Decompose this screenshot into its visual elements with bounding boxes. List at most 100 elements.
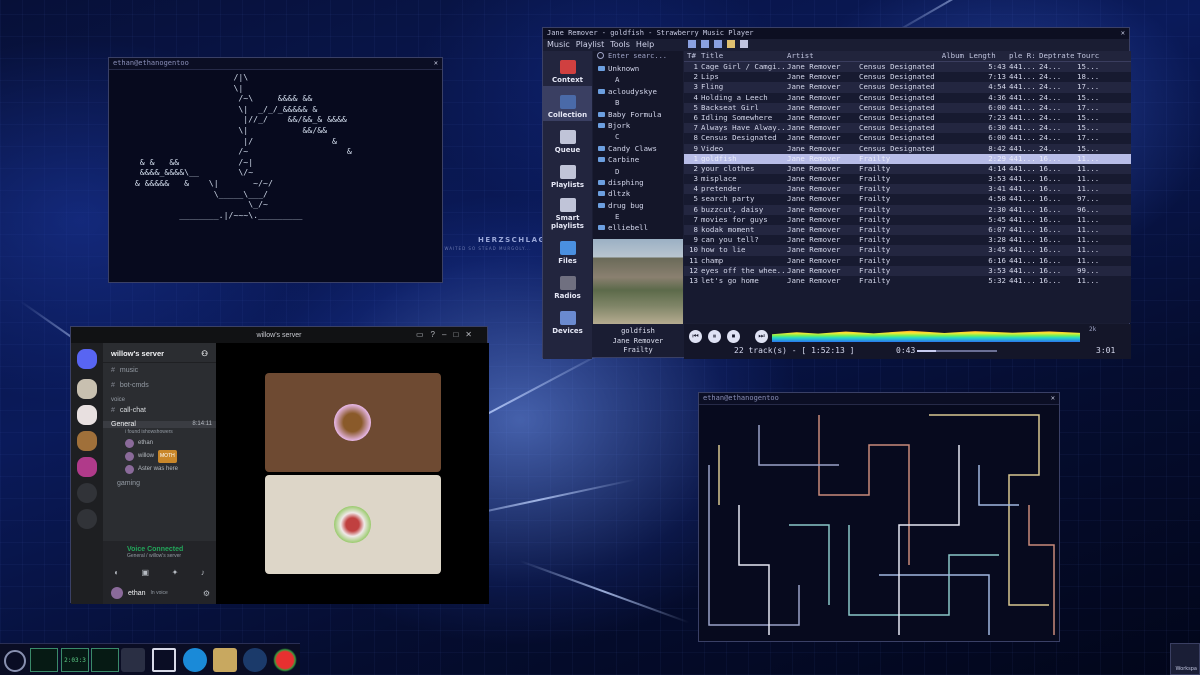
participant-tile[interactable] bbox=[265, 475, 441, 574]
track-row[interactable]: 3 Fling Jane Remover Census Designated 4:54 4… bbox=[684, 82, 1131, 93]
explore-icon[interactable] bbox=[77, 509, 97, 529]
collection-artist[interactable]: elliebell bbox=[593, 222, 683, 233]
column-header[interactable]: ple R: bbox=[1006, 51, 1036, 61]
track-row[interactable]: 9 Video Jane Remover Census Designated 8:42 4… bbox=[684, 143, 1131, 154]
track-row[interactable]: 2 your clothes Jane Remover Frailty 4:14 441.… bbox=[684, 163, 1131, 175]
server-icon[interactable] bbox=[77, 431, 97, 451]
soundboard-icon[interactable]: ♪ bbox=[201, 568, 205, 577]
track-row[interactable]: 6 Idling Somewhere Jane Remover Census Desi… bbox=[684, 113, 1131, 123]
avatar[interactable] bbox=[111, 587, 123, 599]
stop-icon[interactable]: ⏹ bbox=[727, 330, 740, 343]
column-header[interactable]: Deptrate bbox=[1036, 51, 1074, 61]
seek-slider[interactable] bbox=[917, 350, 997, 352]
collection-artist[interactable]: Unknown bbox=[593, 63, 683, 74]
channel-call-chat[interactable]: call-chat bbox=[103, 403, 216, 418]
browser-icon[interactable] bbox=[183, 648, 207, 672]
sidebar-playlists[interactable]: Playlists bbox=[543, 156, 592, 191]
track-row[interactable]: 13 let's go home Jane Remover Frailty 5:32 44… bbox=[684, 276, 1131, 286]
noise-icon[interactable]: ◐ bbox=[114, 568, 119, 577]
next-icon[interactable]: ⏭ bbox=[755, 330, 768, 343]
menu-tools[interactable]: Tools bbox=[610, 40, 630, 50]
undo-icon[interactable] bbox=[727, 40, 735, 48]
close-icon[interactable]: ✕ bbox=[1121, 29, 1125, 38]
track-row[interactable]: 5 Backseat Girl Jane Remover Census Designa… bbox=[684, 102, 1131, 113]
voice-member[interactable]: Aster was here bbox=[103, 463, 216, 476]
column-header[interactable]: Tourc bbox=[1074, 51, 1104, 61]
activity-icon[interactable]: ✦ bbox=[172, 568, 179, 577]
track-row[interactable]: 9 can you tell? Jane Remover Frailty 3:28 441… bbox=[684, 235, 1131, 245]
add-server-icon[interactable] bbox=[77, 483, 97, 503]
server-header[interactable]: willow's server ⚇ bbox=[103, 343, 216, 363]
load-playlist-icon[interactable] bbox=[701, 40, 709, 48]
clear-icon[interactable] bbox=[740, 40, 748, 48]
sidebar-devices[interactable]: Devices bbox=[543, 302, 592, 337]
menu-playlist[interactable]: Playlist bbox=[576, 40, 604, 50]
column-header[interactable]: Artist bbox=[784, 51, 856, 61]
menu-help[interactable]: Help bbox=[636, 40, 654, 50]
terminal-titlebar[interactable]: ethan@ethanogentoo ✕ bbox=[109, 58, 442, 70]
column-header[interactable]: Album bbox=[856, 51, 966, 61]
sidebar-smart-playlists[interactable]: Smart playlists bbox=[543, 191, 592, 232]
terminal-window-tree[interactable]: ethan@ethanogentoo ✕ /|\ \| /~\ &&&& && \… bbox=[108, 57, 443, 283]
collection-artist[interactable]: Baby Formula bbox=[593, 109, 683, 120]
sidebar-collection[interactable]: Collection bbox=[543, 86, 592, 121]
terminal-titlebar[interactable]: ethan@ethanogentoo ✕ bbox=[699, 393, 1059, 405]
track-row[interactable]: 8 kodak moment Jane Remover Frailty 6:07 441.… bbox=[684, 225, 1131, 236]
collection-artist[interactable]: Carbine bbox=[593, 154, 683, 165]
sidebar-files[interactable]: Files bbox=[543, 232, 592, 267]
player-titlebar[interactable]: Jane Remover - goldfish - Strawberry Mus… bbox=[543, 28, 1129, 39]
track-row[interactable]: 7 Always Have Alway... Jane Remover Census … bbox=[684, 123, 1131, 134]
collection-artist[interactable]: Bjork bbox=[593, 120, 683, 131]
track-row[interactable]: 2 Lips Jane Remover Census Designated 7:13 44… bbox=[684, 72, 1131, 82]
sidebar-radios[interactable]: Radios bbox=[543, 267, 592, 302]
strawberry-icon[interactable] bbox=[273, 648, 297, 672]
steam-icon[interactable] bbox=[243, 648, 267, 672]
camera-icon[interactable]: ▣ bbox=[142, 568, 150, 577]
collection-search[interactable]: Enter searc... bbox=[593, 51, 683, 63]
collection-artist[interactable]: drug bug bbox=[593, 200, 683, 211]
track-row[interactable]: 11 champ Jane Remover Frailty 6:16 441... 16..… bbox=[684, 256, 1131, 266]
invite-icon[interactable]: ⚇ bbox=[201, 349, 208, 358]
collection-artist[interactable]: acloudyskye bbox=[593, 86, 683, 97]
participant-tile[interactable] bbox=[265, 373, 441, 472]
track-row[interactable]: 8 Census Designated Jane Remover Census Des… bbox=[684, 133, 1131, 143]
file-manager-icon[interactable] bbox=[152, 648, 176, 672]
server-icon[interactable] bbox=[77, 405, 97, 425]
track-row[interactable]: 10 how to lie Jane Remover Frailty 3:45 441..… bbox=[684, 245, 1131, 256]
voice-member[interactable]: willow MOTH bbox=[103, 450, 216, 463]
settings-icon[interactable]: ⚙ bbox=[203, 589, 216, 598]
strawberry-music-player-window[interactable]: Jane Remover - goldfish - Strawberry Mus… bbox=[542, 27, 1131, 359]
pause-icon[interactable]: ⏸ bbox=[708, 330, 721, 343]
window-controls[interactable]: ▭?–□✕ bbox=[416, 330, 479, 339]
discord-home-icon[interactable] bbox=[77, 349, 97, 369]
channel-music[interactable]: music bbox=[103, 363, 216, 378]
column-header[interactable]: T# bbox=[684, 51, 698, 61]
collection-artist[interactable]: disphing bbox=[593, 177, 683, 188]
close-icon[interactable]: ✕ bbox=[434, 59, 438, 68]
menu-music[interactable]: Music bbox=[547, 40, 570, 50]
track-row[interactable]: 4 pretender Jane Remover Frailty 3:41 441... 1… bbox=[684, 184, 1131, 195]
package-icon[interactable] bbox=[213, 648, 237, 672]
sidebar-queue[interactable]: Queue bbox=[543, 121, 592, 156]
new-playlist-icon[interactable] bbox=[688, 40, 696, 48]
track-row[interactable]: 6 buzzcut, daisy Jane Remover Frailty 2:30 44… bbox=[684, 204, 1131, 215]
track-row[interactable]: 1 Cage Girl / Camgi... Jane Remover Census … bbox=[684, 62, 1131, 73]
search-input[interactable]: Enter searc... bbox=[608, 52, 667, 62]
voice-channel-gaming[interactable]: gaming bbox=[103, 476, 216, 491]
close-icon[interactable]: ✕ bbox=[1051, 394, 1055, 403]
track-row[interactable]: 7 movies for guys Jane Remover Frailty 5:45 4… bbox=[684, 215, 1131, 225]
terminal-window-pipes[interactable]: ethan@ethanogentoo ✕ bbox=[698, 392, 1060, 642]
save-playlist-icon[interactable] bbox=[714, 40, 722, 48]
workspace-switcher[interactable]: Workspa bbox=[1170, 643, 1200, 675]
track-row[interactable]: 3 misplace Jane Remover Frailty 3:53 441... 16… bbox=[684, 174, 1131, 184]
track-row[interactable]: 4 Holding a Leech Jane Remover Census Desig… bbox=[684, 93, 1131, 103]
discord-window[interactable]: willow's server ▭?–□✕ willow's server ⚇ mu… bbox=[70, 326, 489, 604]
track-row[interactable]: 1 goldfish Jane Remover Frailty 2:29 441... 16… bbox=[684, 153, 1131, 164]
collection-artist[interactable]: dltzk bbox=[593, 188, 683, 199]
column-header[interactable]: Title bbox=[698, 51, 784, 61]
collection-artist[interactable]: Candy Claws bbox=[593, 143, 683, 154]
discord-titlebar[interactable]: willow's server ▭?–□✕ bbox=[71, 327, 487, 343]
column-header[interactable]: Length bbox=[966, 51, 1006, 61]
sidebar-context[interactable]: Context bbox=[543, 51, 592, 86]
server-icon[interactable] bbox=[77, 457, 97, 477]
